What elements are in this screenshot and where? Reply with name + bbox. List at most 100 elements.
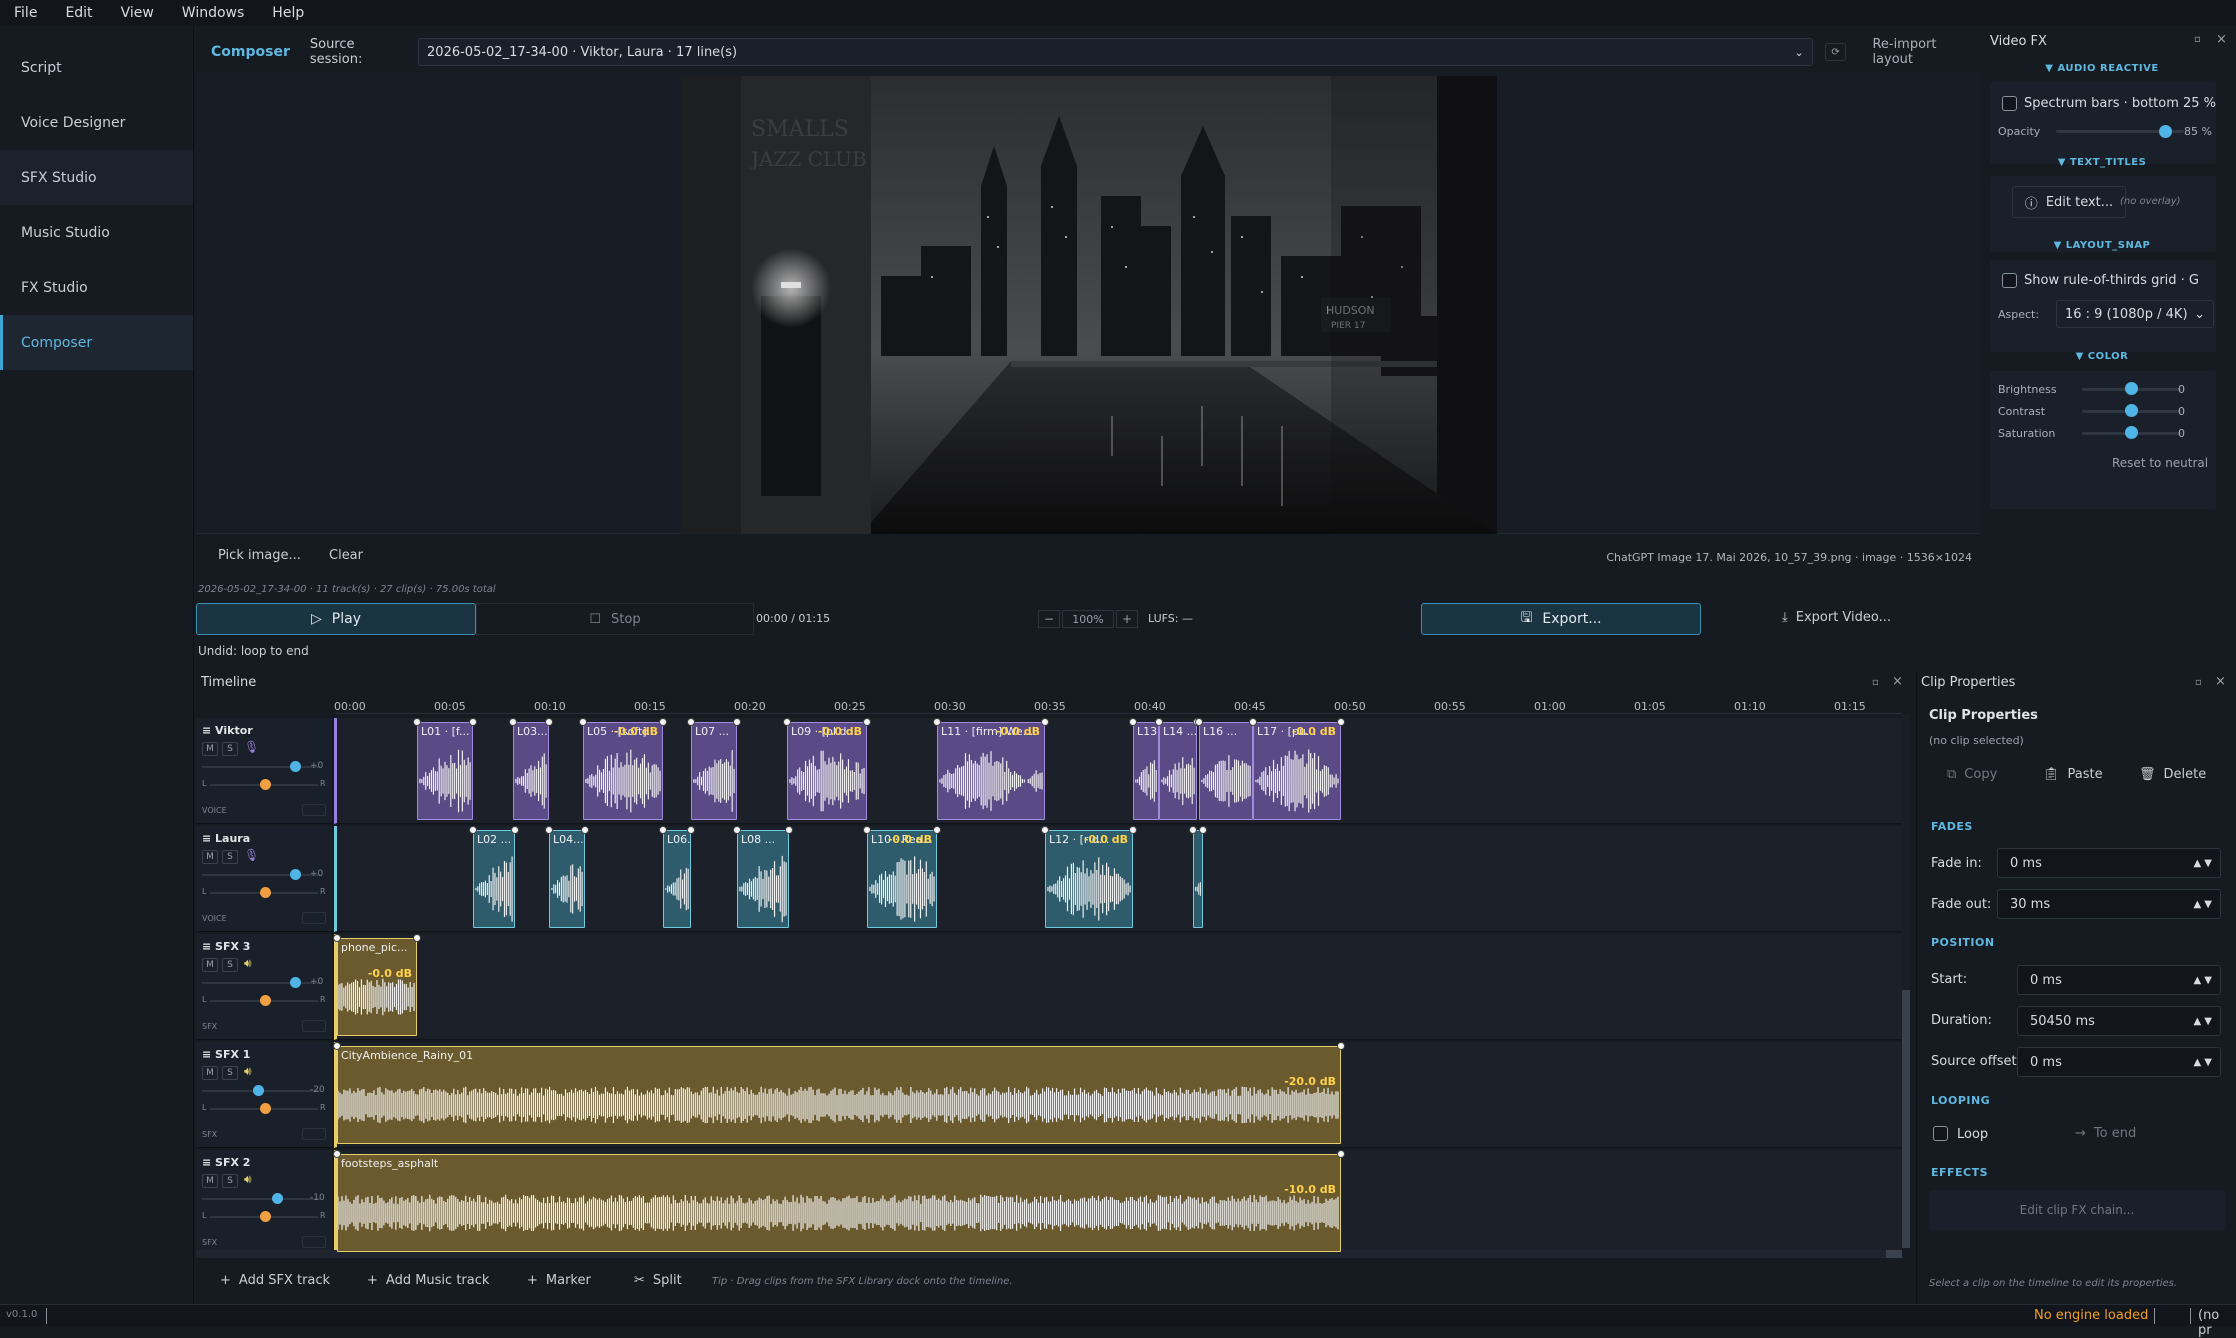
timeline-clip[interactable]: L17 · [pu... -0.0 dB bbox=[1253, 722, 1341, 820]
gain-slider-track[interactable] bbox=[202, 766, 320, 768]
fade-handle[interactable] bbox=[933, 718, 941, 726]
fade-handle[interactable] bbox=[1189, 826, 1197, 834]
fade-handle[interactable] bbox=[545, 826, 553, 834]
menu-view[interactable]: View bbox=[107, 5, 168, 21]
track-lane[interactable] bbox=[334, 934, 1902, 1040]
fade-handle[interactable] bbox=[1249, 718, 1257, 726]
microphone-icon[interactable]: 🎙︎ bbox=[244, 848, 259, 862]
timeline-clip[interactable]: L10 · Rea... -0.0 dB bbox=[867, 830, 937, 928]
track-option-box[interactable] bbox=[302, 804, 326, 816]
solo-button[interactable]: S bbox=[222, 1066, 238, 1080]
add-sfx-track-button[interactable]: + Add SFX track bbox=[220, 1273, 330, 1288]
fade-handle[interactable] bbox=[509, 718, 517, 726]
rule-thirds-checkbox[interactable] bbox=[2002, 273, 2017, 288]
timeline-clip[interactable]: L16 ... bbox=[1199, 722, 1253, 820]
mute-button[interactable]: M bbox=[202, 958, 218, 972]
solo-button[interactable]: S bbox=[222, 850, 238, 864]
split-button[interactable]: ✂ Split bbox=[634, 1273, 682, 1288]
timeline-clip[interactable]: L05 · [soft]... -0.0 dB bbox=[583, 722, 663, 820]
fade-handle[interactable] bbox=[545, 718, 553, 726]
fade-handle[interactable] bbox=[1337, 718, 1345, 726]
fade-handle[interactable] bbox=[733, 718, 741, 726]
microphone-icon[interactable]: 🎙︎ bbox=[244, 740, 259, 754]
fade-handle[interactable] bbox=[1041, 826, 1049, 834]
fade-handle[interactable] bbox=[413, 934, 421, 942]
timeline-clip[interactable]: L06... bbox=[663, 830, 691, 928]
menu-file[interactable]: File bbox=[0, 5, 51, 21]
clear-button[interactable]: Clear bbox=[329, 548, 363, 563]
timeline-ruler[interactable] bbox=[336, 694, 1902, 714]
fade-handle[interactable] bbox=[333, 1042, 341, 1050]
track-name[interactable]: ≡ Laura bbox=[202, 832, 250, 845]
fade-handle[interactable] bbox=[469, 718, 477, 726]
text-titles-section[interactable]: ▼ TEXT_TITLES bbox=[1982, 157, 2222, 168]
refresh-icon[interactable]: ⟳ bbox=[1824, 43, 1847, 61]
fade-handle[interactable] bbox=[659, 826, 667, 834]
float-icon[interactable]: ▫ bbox=[1872, 677, 1879, 688]
opacity-slider-knob[interactable] bbox=[2158, 125, 2172, 138]
gain-slider-track[interactable] bbox=[202, 874, 320, 876]
source-session-select[interactable]: 2026-05-02_17-34-00 · Viktor, Laura · 17… bbox=[418, 38, 1813, 66]
track-name[interactable]: ≡ SFX 1 bbox=[202, 1048, 250, 1061]
zoom-out-button[interactable]: − bbox=[1038, 610, 1060, 628]
track-lane[interactable] bbox=[334, 718, 1902, 824]
fade-handle[interactable] bbox=[785, 826, 793, 834]
pan-slider-knob[interactable] bbox=[260, 779, 271, 790]
fade-handle[interactable] bbox=[469, 826, 477, 834]
mute-button[interactable]: M bbox=[202, 1066, 218, 1080]
layout-snap-section[interactable]: ▼ LAYOUT_SNAP bbox=[1982, 240, 2222, 251]
mute-button[interactable]: M bbox=[202, 850, 218, 864]
start-spinbox[interactable]: 0 ms ▲ ▼ bbox=[2017, 965, 2221, 995]
color-section[interactable]: ▼ COLOR bbox=[1982, 351, 2222, 362]
timeline-clip[interactable]: footsteps_asphalt -10.0 dB bbox=[337, 1154, 1341, 1252]
spin-arrows-icon[interactable]: ▲ ▼ bbox=[2193, 1016, 2212, 1027]
zoom-in-button[interactable]: + bbox=[1116, 610, 1138, 628]
fade-handle[interactable] bbox=[933, 826, 941, 834]
menu-help[interactable]: Help bbox=[258, 5, 318, 21]
audio-reactive-section[interactable]: ▼ AUDIO REACTIVE bbox=[1982, 63, 2222, 74]
sidebar-item-sfx-studio[interactable]: SFX Studio bbox=[0, 150, 193, 205]
fade-handle[interactable] bbox=[413, 718, 421, 726]
float-icon[interactable]: ▫ bbox=[2194, 34, 2201, 45]
timeline-clip[interactable]: L12 · [r d... -0.0 dB bbox=[1045, 830, 1133, 928]
sidebar-item-fx-studio[interactable]: FX Studio bbox=[0, 260, 193, 315]
v-scrollbar-handle[interactable] bbox=[1902, 990, 1910, 1248]
timeline-clip[interactable]: L07 ... bbox=[691, 722, 737, 820]
fade-handle[interactable] bbox=[733, 826, 741, 834]
gain-slider-knob[interactable] bbox=[253, 1085, 264, 1096]
export-button[interactable]: 🖫 Export... bbox=[1421, 603, 1701, 635]
timeline-clip[interactable]: L13... bbox=[1133, 722, 1159, 820]
edit-text-button[interactable]: ⓘ Edit text... bbox=[2012, 186, 2126, 218]
fade-handle[interactable] bbox=[1199, 826, 1207, 834]
spin-arrows-icon[interactable]: ▲ ▼ bbox=[2193, 1057, 2212, 1068]
mute-button[interactable]: M bbox=[202, 742, 218, 756]
close-icon[interactable]: × bbox=[2216, 32, 2227, 47]
timeline-clip[interactable]: CityAmbience_Rainy_01 -20.0 dB bbox=[337, 1046, 1341, 1144]
fade-handle[interactable] bbox=[333, 1150, 341, 1158]
gain-slider-track[interactable] bbox=[202, 1198, 320, 1200]
mute-button[interactable]: M bbox=[202, 1174, 218, 1188]
track-option-box[interactable] bbox=[302, 912, 326, 924]
pan-slider-knob[interactable] bbox=[260, 887, 271, 898]
menu-edit[interactable]: Edit bbox=[51, 5, 106, 21]
timeline-clip[interactable]: phone_pic... -0.0 dB bbox=[337, 938, 417, 1036]
timeline-clip[interactable]: L08 ... bbox=[737, 830, 789, 928]
timeline-clip[interactable]: L03... bbox=[513, 722, 549, 820]
fade-handle[interactable] bbox=[1129, 826, 1137, 834]
delete-button[interactable]: 🗑︎ Delete bbox=[2139, 767, 2206, 782]
reimport-layout-button[interactable]: Re-import layout bbox=[1872, 37, 1980, 67]
h-scrollbar-handle[interactable] bbox=[1886, 1250, 1902, 1258]
pan-slider-knob[interactable] bbox=[260, 1211, 271, 1222]
timeline-clip[interactable]: L11 · [firm] We... -0.0 dB bbox=[937, 722, 1045, 820]
contrast-slider-knob[interactable] bbox=[2125, 404, 2138, 417]
solo-button[interactable]: S bbox=[222, 1174, 238, 1188]
track-name[interactable]: ≡ Viktor bbox=[202, 724, 253, 737]
fade-handle[interactable] bbox=[581, 826, 589, 834]
track-name[interactable]: ≡ SFX 3 bbox=[202, 940, 250, 953]
spin-arrows-icon[interactable]: ▲ ▼ bbox=[2193, 899, 2212, 910]
copy-button[interactable]: ⧉ Copy bbox=[1947, 767, 1997, 782]
edit-clip-fx-button[interactable]: Edit clip FX chain... bbox=[1929, 1190, 2225, 1230]
spectrum-checkbox[interactable] bbox=[2002, 96, 2017, 111]
pick-image-button[interactable]: Pick image... bbox=[218, 548, 301, 563]
solo-button[interactable]: S bbox=[222, 742, 238, 756]
